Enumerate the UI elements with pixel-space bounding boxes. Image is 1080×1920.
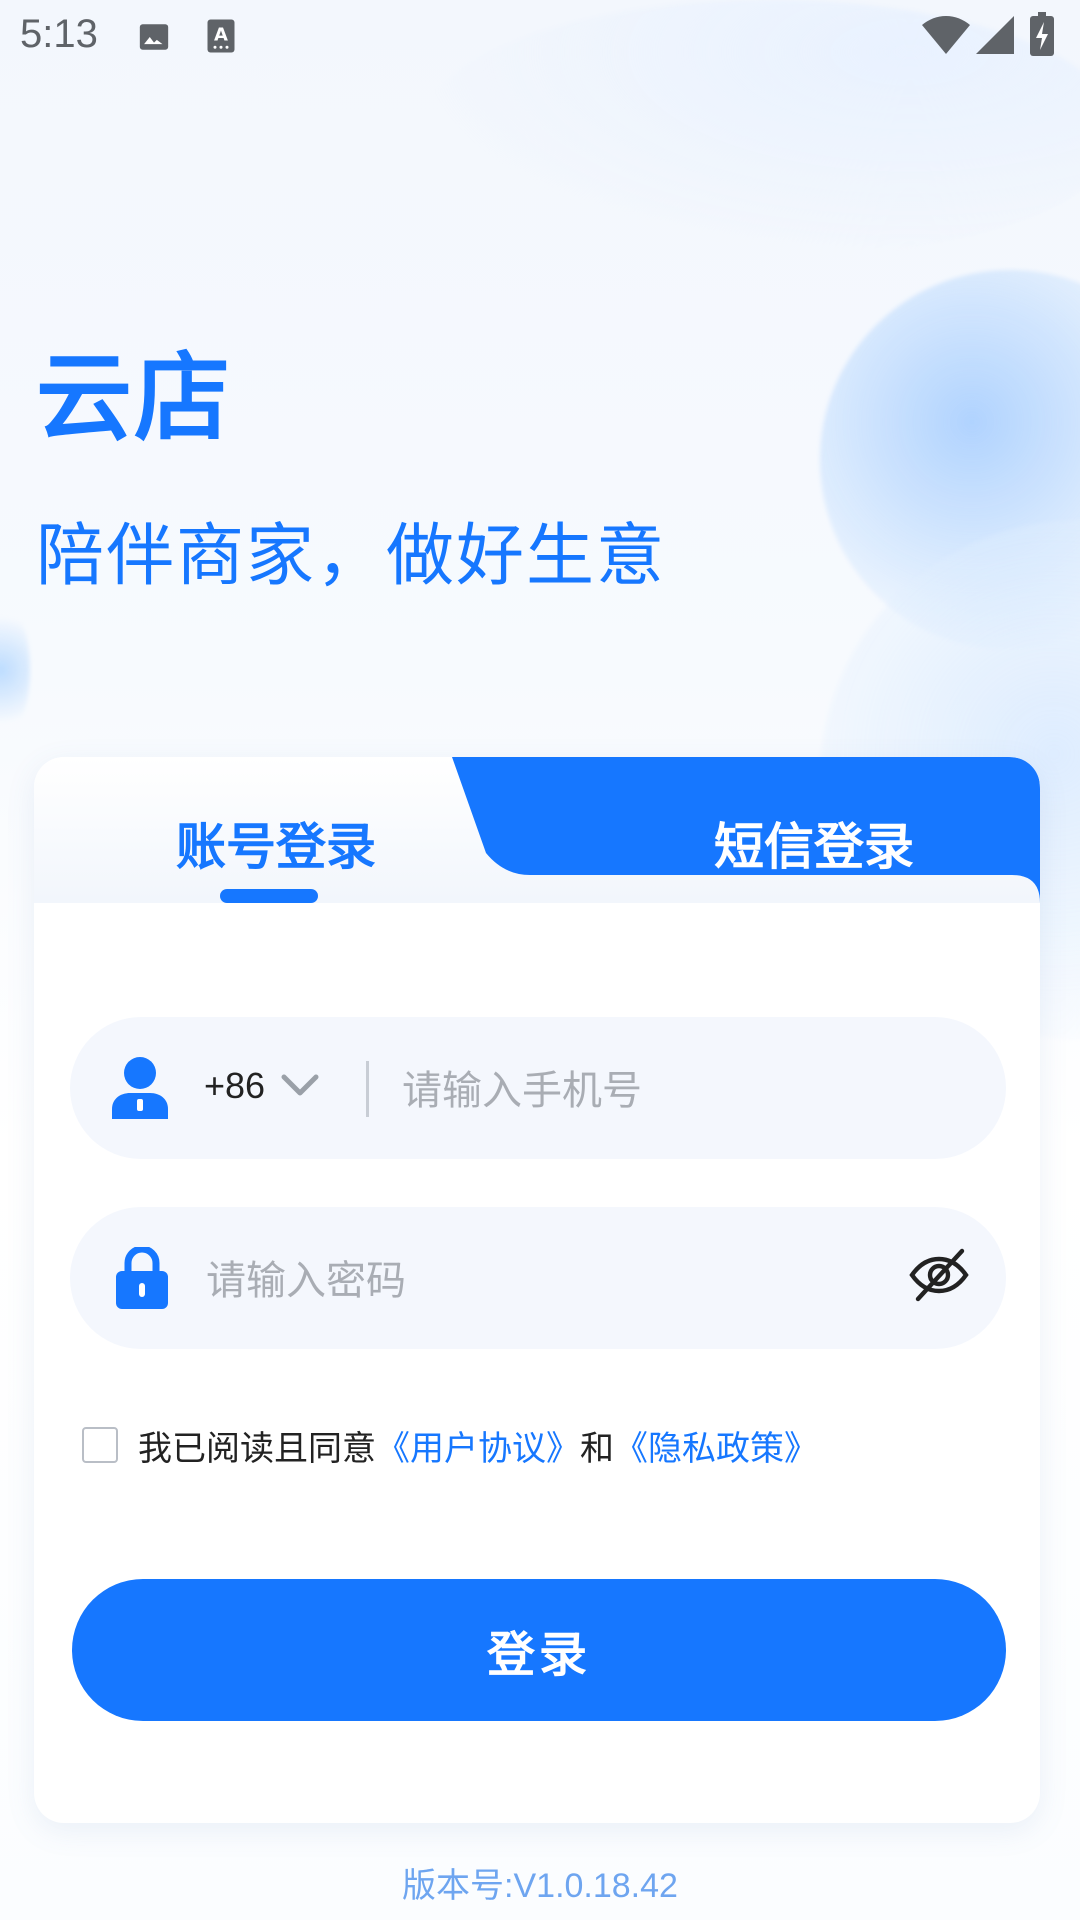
password-field [70,1207,1006,1349]
lock-icon [116,1245,168,1313]
tab-sms-login[interactable]: 短信登录 [714,807,914,879]
decor-blob [0,600,30,740]
phone-field: +86 [70,1017,1006,1159]
agreement-row: 我已阅读且同意 《用户协议》 和 《隐私政策》 [82,1415,818,1475]
agreement-conjunction: 和 [580,1428,614,1469]
version-label: 版本号:V1.0.18.42 [402,1867,678,1905]
user-agreement-link[interactable]: 《用户协议》 [376,1421,580,1470]
battery-charging-icon [1030,12,1054,60]
text-a-icon: A [206,18,236,58]
user-icon [112,1057,168,1123]
signal-icon [976,16,1014,58]
country-code-selector[interactable]: +86 [204,1065,265,1107]
status-time: 5:13 [20,12,98,56]
login-button[interactable]: 登录 [72,1579,1006,1721]
eye-off-icon[interactable] [908,1247,970,1307]
app-title: 云店 [36,342,232,454]
chevron-down-icon[interactable] [280,1073,320,1103]
login-card: 账号登录 短信登录 +86 我已 [34,757,1040,1823]
app-slogan: 陪伴商家，做好生意 [36,517,667,596]
agreement-prefix: 我已阅读且同意 [138,1428,376,1469]
login-screen: 5:13 A 云店 陪伴商家，做好生意 账号登录 短信登录 +86 请输入手机号… [0,0,1080,1920]
image-icon [137,20,171,58]
field-divider [366,1061,369,1117]
svg-text:A: A [214,25,228,46]
tab-account-login[interactable]: 账号登录 [176,807,376,879]
active-tab-indicator [220,889,318,903]
privacy-policy-link[interactable]: 《隐私政策》 [614,1421,818,1470]
phone-input[interactable] [400,1057,964,1125]
status-bar: 5:13 A [0,0,1080,72]
wifi-icon [922,16,970,58]
password-input[interactable] [204,1247,808,1315]
agreement-checkbox[interactable] [82,1427,118,1463]
